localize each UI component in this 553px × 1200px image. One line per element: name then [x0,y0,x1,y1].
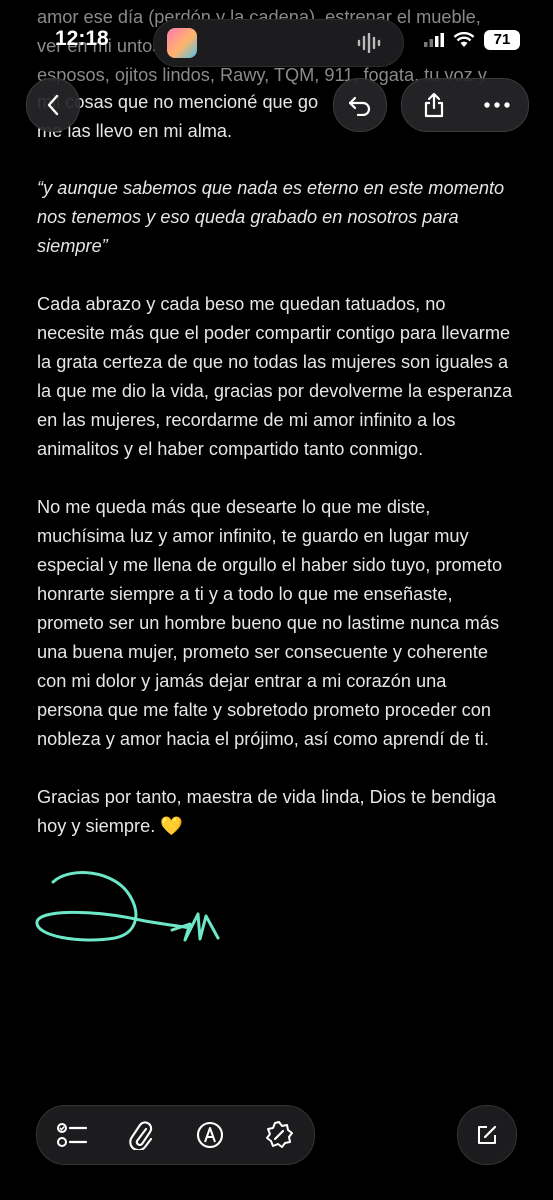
markup-icon [197,1121,224,1149]
handwritten-signature [35,871,220,942]
app-icon [167,28,197,58]
more-button[interactable] [472,80,522,130]
attachment-button[interactable] [118,1112,164,1158]
back-icon [47,94,59,116]
note-quote: “y aunque sabemos que nada es eterno en … [37,178,505,256]
back-button[interactable] [26,78,80,132]
share-icon [424,92,443,118]
writing-tools-icon [266,1121,294,1148]
battery-icon: 71 [484,30,520,50]
note-paragraph: No me queda más que desearte lo que me d… [37,497,503,749]
dynamic-island[interactable] [153,19,404,67]
audio-wave-icon [357,33,381,53]
checklist-button[interactable] [49,1112,95,1158]
checklist-icon [56,1123,87,1147]
note-paragraph: Gracias por tanto, maestra de vida linda… [37,787,496,836]
wifi-icon [453,32,475,47]
share-button[interactable] [409,80,459,130]
more-icon [483,102,510,108]
cellular-icon [424,33,444,47]
status-icons: 71 [424,30,520,50]
compose-button[interactable] [457,1105,517,1165]
compose-icon [478,1125,497,1144]
writing-tools-button[interactable] [256,1112,302,1158]
note-actions-group [401,78,529,132]
attachment-icon [129,1121,153,1150]
bottom-toolbar [36,1105,315,1165]
undo-icon [348,96,371,116]
undo-button[interactable] [333,78,387,132]
status-time: 12:18 [55,27,109,50]
markup-button[interactable] [187,1112,233,1158]
note-paragraph: Cada abrazo y cada beso me quedan tatuad… [37,294,513,459]
